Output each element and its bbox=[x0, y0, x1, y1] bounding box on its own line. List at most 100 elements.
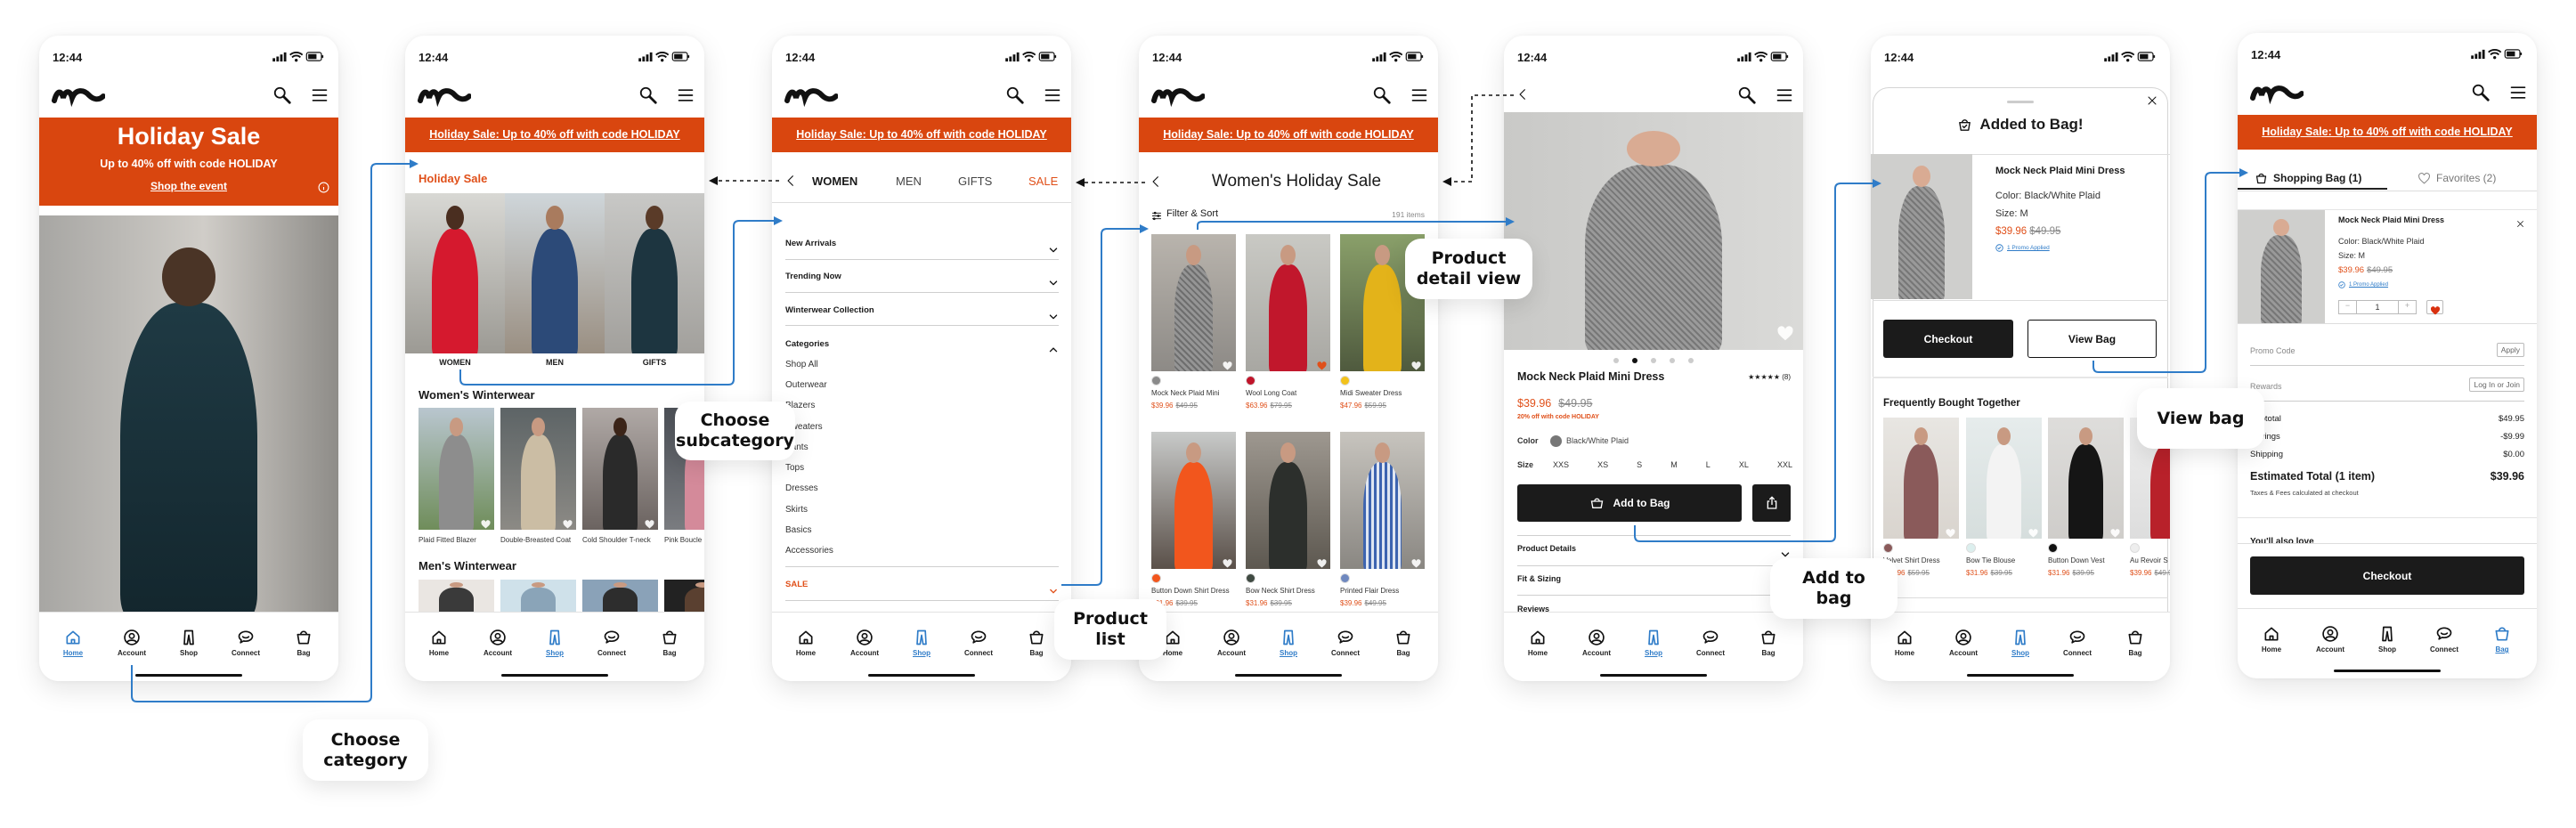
product-image[interactable] bbox=[1246, 234, 1330, 371]
filter-icon[interactable] bbox=[1151, 209, 1162, 221]
increment-button[interactable]: + bbox=[2398, 301, 2416, 313]
category-link[interactable]: Basics bbox=[785, 525, 811, 535]
product-image-carousel[interactable] bbox=[1504, 112, 1803, 350]
menu-icon[interactable] bbox=[1775, 86, 1794, 104]
hero-image[interactable] bbox=[39, 215, 338, 612]
category-image-men[interactable] bbox=[505, 193, 605, 353]
brand-logo[interactable] bbox=[784, 85, 839, 108]
search-icon[interactable] bbox=[2471, 83, 2491, 102]
product-name[interactable]: Button Down Vest bbox=[2048, 556, 2105, 564]
tab-gifts[interactable]: GIFTS bbox=[958, 175, 992, 188]
accordion-winterwear[interactable]: Winterwear Collection bbox=[785, 305, 874, 315]
color-swatch[interactable] bbox=[1246, 573, 1255, 583]
tab-account[interactable]: Account bbox=[1207, 629, 1256, 657]
tab-shop[interactable]: Shop bbox=[1629, 629, 1678, 657]
accordion-fit-sizing[interactable]: Fit & Sizing bbox=[1517, 574, 1561, 583]
back-icon[interactable] bbox=[784, 172, 797, 190]
share-button[interactable] bbox=[1752, 484, 1791, 522]
product-image[interactable] bbox=[1151, 234, 1236, 371]
menu-icon[interactable] bbox=[1043, 86, 1062, 104]
search-icon[interactable] bbox=[1005, 85, 1025, 105]
product-image[interactable] bbox=[582, 580, 658, 615]
search-icon[interactable] bbox=[272, 85, 292, 105]
promo-banner[interactable]: Holiday Sale: Up to 40% off with code HO… bbox=[772, 118, 1071, 152]
apply-button[interactable]: Apply bbox=[2496, 343, 2524, 357]
chevron-down-icon[interactable] bbox=[1048, 274, 1059, 286]
heart-icon[interactable] bbox=[1946, 526, 1955, 538]
tab-women[interactable]: WOMEN bbox=[812, 175, 857, 188]
chevron-down-icon[interactable] bbox=[1048, 308, 1059, 320]
product-name[interactable]: Double-Breasted Coat bbox=[500, 536, 571, 544]
menu-icon[interactable] bbox=[2508, 84, 2528, 101]
search-icon[interactable] bbox=[1372, 85, 1392, 105]
carousel-dot[interactable] bbox=[1670, 358, 1675, 363]
product-image[interactable] bbox=[2048, 418, 2124, 539]
size-option[interactable]: XS bbox=[1597, 460, 1608, 469]
promo-banner[interactable]: Holiday Sale: Up to 40% off with code HO… bbox=[2238, 115, 2537, 150]
tab-favorites[interactable]: Favorites (2) bbox=[2418, 168, 2496, 188]
sheet-handle[interactable] bbox=[2007, 101, 2034, 103]
hero-banner[interactable]: Holiday Sale Up to 40% off with code HOL… bbox=[39, 118, 338, 206]
carousel-dots[interactable] bbox=[1504, 358, 1803, 363]
tab-shop[interactable]: Shop bbox=[1264, 629, 1313, 657]
heart-icon[interactable] bbox=[1223, 359, 1232, 370]
promo-banner[interactable]: Holiday Sale: Up to 40% off with code HO… bbox=[1139, 118, 1438, 152]
search-icon[interactable] bbox=[638, 85, 658, 105]
tab-men[interactable]: MEN bbox=[896, 175, 922, 188]
accordion-new-arrivals[interactable]: New Arrivals bbox=[785, 239, 836, 248]
tab-account[interactable]: Account bbox=[473, 629, 523, 657]
carousel-dot[interactable] bbox=[1651, 358, 1656, 363]
favorite-heart-icon[interactable] bbox=[1776, 326, 1794, 341]
category-link[interactable]: Accessories bbox=[785, 546, 833, 556]
heart-icon[interactable] bbox=[1317, 359, 1327, 370]
info-icon[interactable] bbox=[318, 182, 329, 193]
accordion-categories[interactable]: Categories bbox=[785, 339, 829, 349]
product-name[interactable]: Cold Shoulder T-neck bbox=[582, 536, 651, 544]
color-swatch[interactable] bbox=[1966, 543, 1976, 553]
category-label-women[interactable]: WOMEN bbox=[405, 358, 505, 367]
carousel-dot[interactable] bbox=[1632, 358, 1637, 363]
product-image[interactable] bbox=[664, 580, 704, 615]
accordion-trending-now[interactable]: Trending Now bbox=[785, 272, 841, 281]
tab-shop[interactable]: Shop bbox=[164, 629, 214, 657]
tab-connect[interactable]: Connect bbox=[1686, 629, 1735, 657]
product-image[interactable] bbox=[418, 580, 494, 615]
product-image[interactable] bbox=[1246, 432, 1330, 569]
tab-bag[interactable]: Bag bbox=[645, 629, 695, 657]
heart-icon[interactable] bbox=[1223, 556, 1232, 568]
tab-connect[interactable]: Connect bbox=[587, 629, 637, 657]
heart-icon[interactable] bbox=[1411, 359, 1421, 370]
brand-logo[interactable] bbox=[418, 85, 472, 108]
tab-connect[interactable]: Connect bbox=[1321, 629, 1370, 657]
brand-logo[interactable] bbox=[52, 85, 106, 108]
tab-shop[interactable]: Shop bbox=[2362, 625, 2412, 653]
category-link[interactable]: Dresses bbox=[785, 483, 818, 493]
promo-banner[interactable]: Holiday Sale: Up to 40% off with code HO… bbox=[405, 118, 704, 152]
tab-connect[interactable]: Connect bbox=[2052, 629, 2102, 657]
tab-bag[interactable]: Bag bbox=[1378, 629, 1428, 657]
promo-applied-link[interactable]: 1 Promo Applied bbox=[1995, 244, 2050, 252]
product-name[interactable]: Bow Neck Shirt Dress bbox=[1246, 587, 1315, 595]
product-image[interactable] bbox=[582, 408, 658, 530]
size-option[interactable]: M bbox=[1670, 460, 1678, 469]
carousel-dot[interactable] bbox=[1688, 358, 1694, 363]
heart-icon[interactable] bbox=[1317, 556, 1327, 568]
heart-icon[interactable] bbox=[2028, 526, 2038, 538]
tab-bag[interactable]: Bag bbox=[2110, 629, 2160, 657]
checkout-button[interactable]: Checkout bbox=[1883, 320, 2013, 358]
rating[interactable]: ★★★★★ (8) bbox=[1748, 373, 1791, 381]
menu-icon[interactable] bbox=[676, 86, 695, 104]
tab-shop[interactable]: Shop bbox=[1995, 629, 2045, 657]
category-link[interactable]: Skirts bbox=[785, 505, 808, 515]
product-name[interactable]: Plaid Fitted Blazer bbox=[418, 536, 476, 544]
color-swatch[interactable] bbox=[2130, 543, 2140, 553]
product-name[interactable]: Button Down Shirt Dress bbox=[1151, 587, 1230, 595]
promo-code-field[interactable]: Promo Code bbox=[2250, 346, 2296, 355]
color-swatch[interactable] bbox=[1340, 573, 1350, 583]
product-image[interactable] bbox=[500, 580, 576, 615]
menu-icon[interactable] bbox=[1410, 86, 1429, 104]
color-swatch[interactable] bbox=[1151, 376, 1161, 386]
tab-account[interactable]: Account bbox=[1938, 629, 1988, 657]
search-icon[interactable] bbox=[1737, 85, 1757, 105]
checkout-button[interactable]: Checkout bbox=[2250, 556, 2524, 595]
